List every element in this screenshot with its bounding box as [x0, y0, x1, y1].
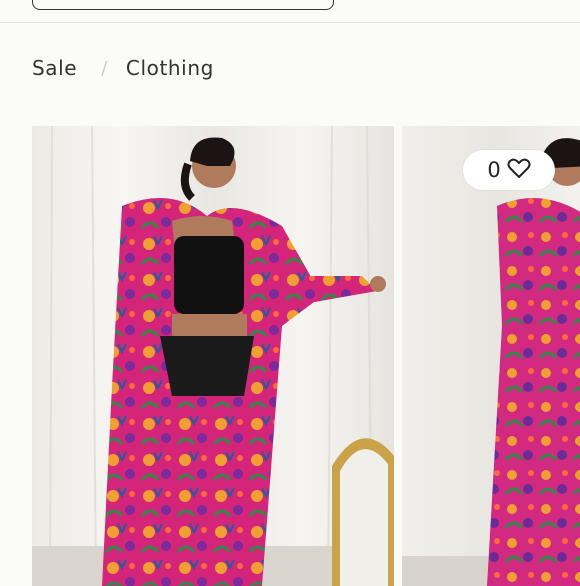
breadcrumb: Sale / Clothing	[32, 56, 214, 80]
wishlist-button[interactable]: 0	[463, 150, 555, 190]
breadcrumb-item-sale[interactable]: Sale	[32, 56, 77, 80]
breadcrumb-separator: /	[101, 57, 108, 79]
search-input[interactable]	[32, 0, 334, 10]
breadcrumb-item-clothing[interactable]: Clothing	[126, 56, 214, 80]
header-divider	[0, 22, 580, 23]
heart-icon	[507, 157, 531, 184]
product-image-back[interactable]	[402, 126, 580, 586]
product-image-front[interactable]	[32, 126, 394, 586]
wishlist-count: 0	[487, 158, 501, 182]
